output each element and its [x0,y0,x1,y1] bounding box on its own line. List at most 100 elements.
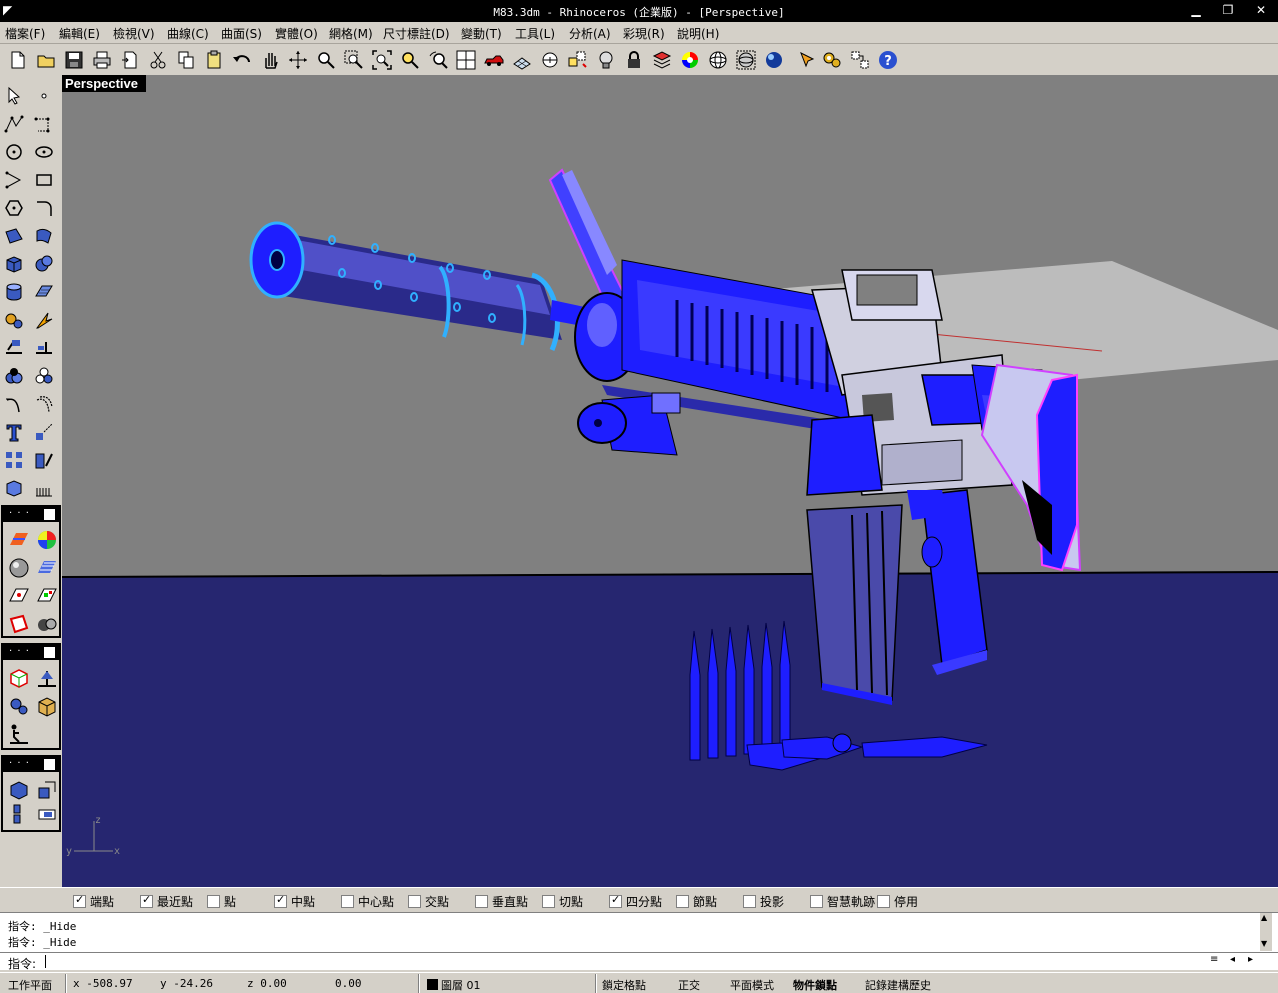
checkbox[interactable] [877,895,890,908]
osnap-point[interactable]: 點 [207,893,236,910]
scroll-up-arrow-icon[interactable]: ▲ [1261,913,1267,922]
flash-transform-icon[interactable] [31,307,57,333]
light-bulb-icon[interactable] [594,48,618,72]
zoom-window-icon[interactable] [342,48,366,72]
point-icon[interactable] [31,83,57,109]
layer-icon[interactable] [650,48,674,72]
polyline-icon[interactable] [1,111,27,137]
loft-surface-icon[interactable] [31,223,57,249]
polygon-icon[interactable] [1,195,27,221]
checkbox[interactable] [73,893,86,908]
surface-points-icon[interactable] [1,223,27,249]
pen-icon[interactable] [796,48,820,72]
osnap-toggle[interactable]: 物件鎖點 [793,977,837,993]
checkbox[interactable] [609,893,622,908]
fillet-curve-icon[interactable] [31,195,57,221]
sphere-wireframe-icon[interactable] [706,48,730,72]
open-folder-icon[interactable] [34,48,58,72]
palette-close-box[interactable] [44,647,55,658]
record-history-toggle[interactable]: 記錄建構歷史 [865,977,931,993]
menu-mesh[interactable]: 網格(M) [329,25,373,42]
four-viewports-icon[interactable] [454,48,478,72]
person-bench-icon[interactable] [6,721,32,747]
copy-icon[interactable] [174,48,198,72]
close-button[interactable]: ✕ [1248,2,1274,19]
osnap-quadrant[interactable]: 四分點 [609,893,662,910]
menu-help[interactable]: 說明(H) [677,25,719,42]
perspective-viewport[interactable]: Perspective z y x [62,75,1278,887]
package-icon[interactable] [34,693,60,719]
save-icon[interactable] [62,48,86,72]
decal-icon[interactable] [6,583,32,609]
trim-icon[interactable] [31,335,57,361]
osnap-end[interactable]: 端點 [73,893,114,910]
cut-icon[interactable] [146,48,170,72]
environment-map-icon[interactable] [6,611,32,637]
extract-surface-icon[interactable] [34,801,60,827]
help-icon[interactable]: ? [876,48,900,72]
checkbox[interactable] [207,895,220,908]
solid-cube-icon[interactable] [6,777,32,803]
palette-close-box[interactable] [44,759,55,770]
dense-mesh-icon[interactable] [31,475,57,501]
transform-edit-icon[interactable] [31,447,57,473]
ellipse-icon[interactable] [31,139,57,165]
color-wheel-icon[interactable] [678,48,702,72]
texture-map-icon[interactable] [34,583,60,609]
gray-sphere-icon[interactable] [6,555,32,581]
new-file-icon[interactable] [6,48,30,72]
pan-hand-icon[interactable] [258,48,282,72]
grid-snap-toggle[interactable]: 鎖定格點 [602,977,646,993]
explode-icon[interactable] [6,801,32,827]
restore-button[interactable]: ❐ [1215,2,1241,19]
grid-plane-icon[interactable] [510,48,534,72]
menu-render[interactable]: 彩現(R) [623,25,665,42]
palette-titlebar[interactable]: · · · [3,645,59,660]
menu-transform[interactable]: 變動(T) [461,25,502,42]
cylinder-icon[interactable] [1,279,27,305]
command-back-icon[interactable]: ◂ [1230,954,1235,965]
current-layer[interactable]: 圖層 01 [441,977,481,993]
checkbox[interactable] [408,895,421,908]
gears-icon[interactable] [820,48,844,72]
checkbox[interactable] [810,895,823,908]
lock-icon[interactable] [622,48,646,72]
palette-close-box[interactable] [44,509,55,520]
material-spheres-icon[interactable] [34,611,60,637]
command-options-icon[interactable]: ≡ [1210,954,1218,965]
named-view-icon[interactable] [566,48,590,72]
box-icon[interactable] [1,251,27,277]
zebra-icon[interactable] [34,555,60,581]
cap-planar-icon[interactable] [34,777,60,803]
mesh-gears-icon[interactable] [1,307,27,333]
menu-view[interactable]: 檢視(V) [113,25,155,42]
palette-titlebar[interactable]: · · · [3,757,59,772]
curvature-analysis-icon[interactable] [6,527,32,553]
menu-solid[interactable]: 實體(O) [275,25,318,42]
render-sphere-icon[interactable] [762,48,786,72]
command-forward-icon[interactable]: ▸ [1248,954,1253,965]
model-scene[interactable] [62,75,1278,887]
command-input[interactable]: 指令: ≡ ◂ ▸ [0,952,1278,971]
orient-icon[interactable] [34,665,60,691]
text-icon[interactable] [1,419,27,445]
box-edit-icon[interactable] [6,665,32,691]
blend-curve-icon[interactable] [1,391,27,417]
scroll-down-arrow-icon[interactable]: ▼ [1261,939,1267,948]
palette-titlebar[interactable]: · · · [3,507,59,522]
boolean-icon[interactable] [1,363,27,389]
osnap-mid[interactable]: 中點 [274,893,315,910]
car-icon[interactable] [482,48,506,72]
options-icon[interactable] [848,48,872,72]
curve-icon[interactable] [31,111,57,137]
checkbox[interactable] [542,895,555,908]
minimize-button[interactable]: ▁ [1183,2,1209,19]
osnap-near[interactable]: 最近點 [140,893,193,910]
color-sphere-icon[interactable] [34,527,60,553]
osnap-smarttrack[interactable]: 智慧軌跡 [810,893,875,910]
solid-box-icon[interactable] [1,475,27,501]
planar-toggle[interactable]: 平面模式 [730,977,774,993]
osnap-center[interactable]: 中心點 [341,893,394,910]
history-scrollbar[interactable]: ▲ ▼ [1260,913,1272,951]
offset-curve-icon[interactable] [31,391,57,417]
